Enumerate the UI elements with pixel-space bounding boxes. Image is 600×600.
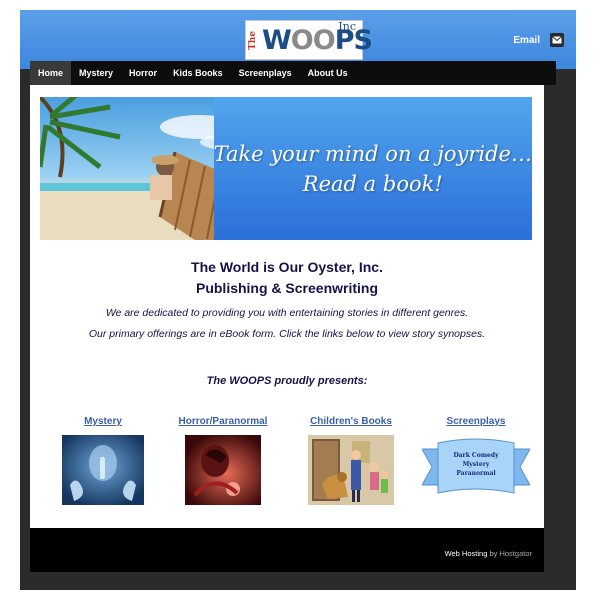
hosting-label: Web Hosting xyxy=(444,549,488,558)
nav-item-about-us[interactable]: About Us xyxy=(300,61,356,85)
nav-item-horror[interactable]: Horror xyxy=(121,61,165,85)
category-childrens-books: Children's Books xyxy=(291,416,411,505)
mystery-link[interactable]: Mystery xyxy=(43,416,163,427)
screenplays-ribbon-text: Dark Comedy Mystery Paranormal xyxy=(453,452,499,477)
category-screenplays: Screenplays Dark Comedy Mystery Paranorm… xyxy=(416,416,536,505)
logo-inc: Inc xyxy=(338,20,356,33)
tagline-line-1: Take your mind on a joyride… xyxy=(213,141,532,166)
main-content: Take your mind on a joyride… Read a book… xyxy=(30,85,544,528)
logo-the: The xyxy=(248,31,258,51)
main-nav: Home Mystery Horror Kids Books Screenpla… xyxy=(30,61,556,85)
company-subtitle: Publishing & Screenwriting xyxy=(195,280,379,296)
site-footer: Web Hosting by Hostgator xyxy=(30,528,544,572)
tagline-line-2: Read a book! xyxy=(302,171,443,196)
tagline-banner: Take your mind on a joyride… Read a book… xyxy=(213,97,532,240)
hosting-credit[interactable]: Web Hosting by Hostgator xyxy=(445,549,532,558)
nav-item-screenplays[interactable]: Screenplays xyxy=(231,61,300,85)
screenplays-ribbon[interactable]: Dark Comedy Mystery Paranormal xyxy=(422,435,530,505)
email-label: Email xyxy=(513,34,540,46)
hosting-by-label: by Hostgator xyxy=(489,549,532,558)
mystery-thumbnail[interactable] xyxy=(62,435,144,505)
presents-heading: The WOOPS proudly presents: xyxy=(206,375,368,387)
nav-item-kids-books[interactable]: Kids Books xyxy=(165,61,231,85)
horror-thumbnail[interactable] xyxy=(185,435,261,505)
hero-banner: Take your mind on a joyride… Read a book… xyxy=(40,97,532,240)
nav-item-mystery[interactable]: Mystery xyxy=(71,61,121,85)
company-title: The World is Our Oyster, Inc. xyxy=(191,259,383,275)
envelope-icon xyxy=(550,33,564,47)
nav-item-home[interactable]: Home xyxy=(30,61,72,85)
intro-text-1: We are dedicated to providing you with e… xyxy=(105,307,469,319)
screenplays-link[interactable]: Screenplays xyxy=(416,416,536,427)
childrens-books-thumbnail[interactable] xyxy=(308,435,394,505)
intro-text-2: Our primary offerings are in eBook form.… xyxy=(88,328,486,340)
childrens-books-link[interactable]: Children's Books xyxy=(291,416,411,427)
category-mystery: Mystery xyxy=(43,416,163,505)
site-logo[interactable]: The WOOPS Inc xyxy=(245,20,373,60)
horror-paranormal-link[interactable]: Horror/Paranormal xyxy=(163,416,283,427)
beach-chair-photo xyxy=(40,97,214,240)
category-horror-paranormal: Horror/Paranormal xyxy=(163,416,283,505)
email-link[interactable]: Email xyxy=(513,32,564,48)
